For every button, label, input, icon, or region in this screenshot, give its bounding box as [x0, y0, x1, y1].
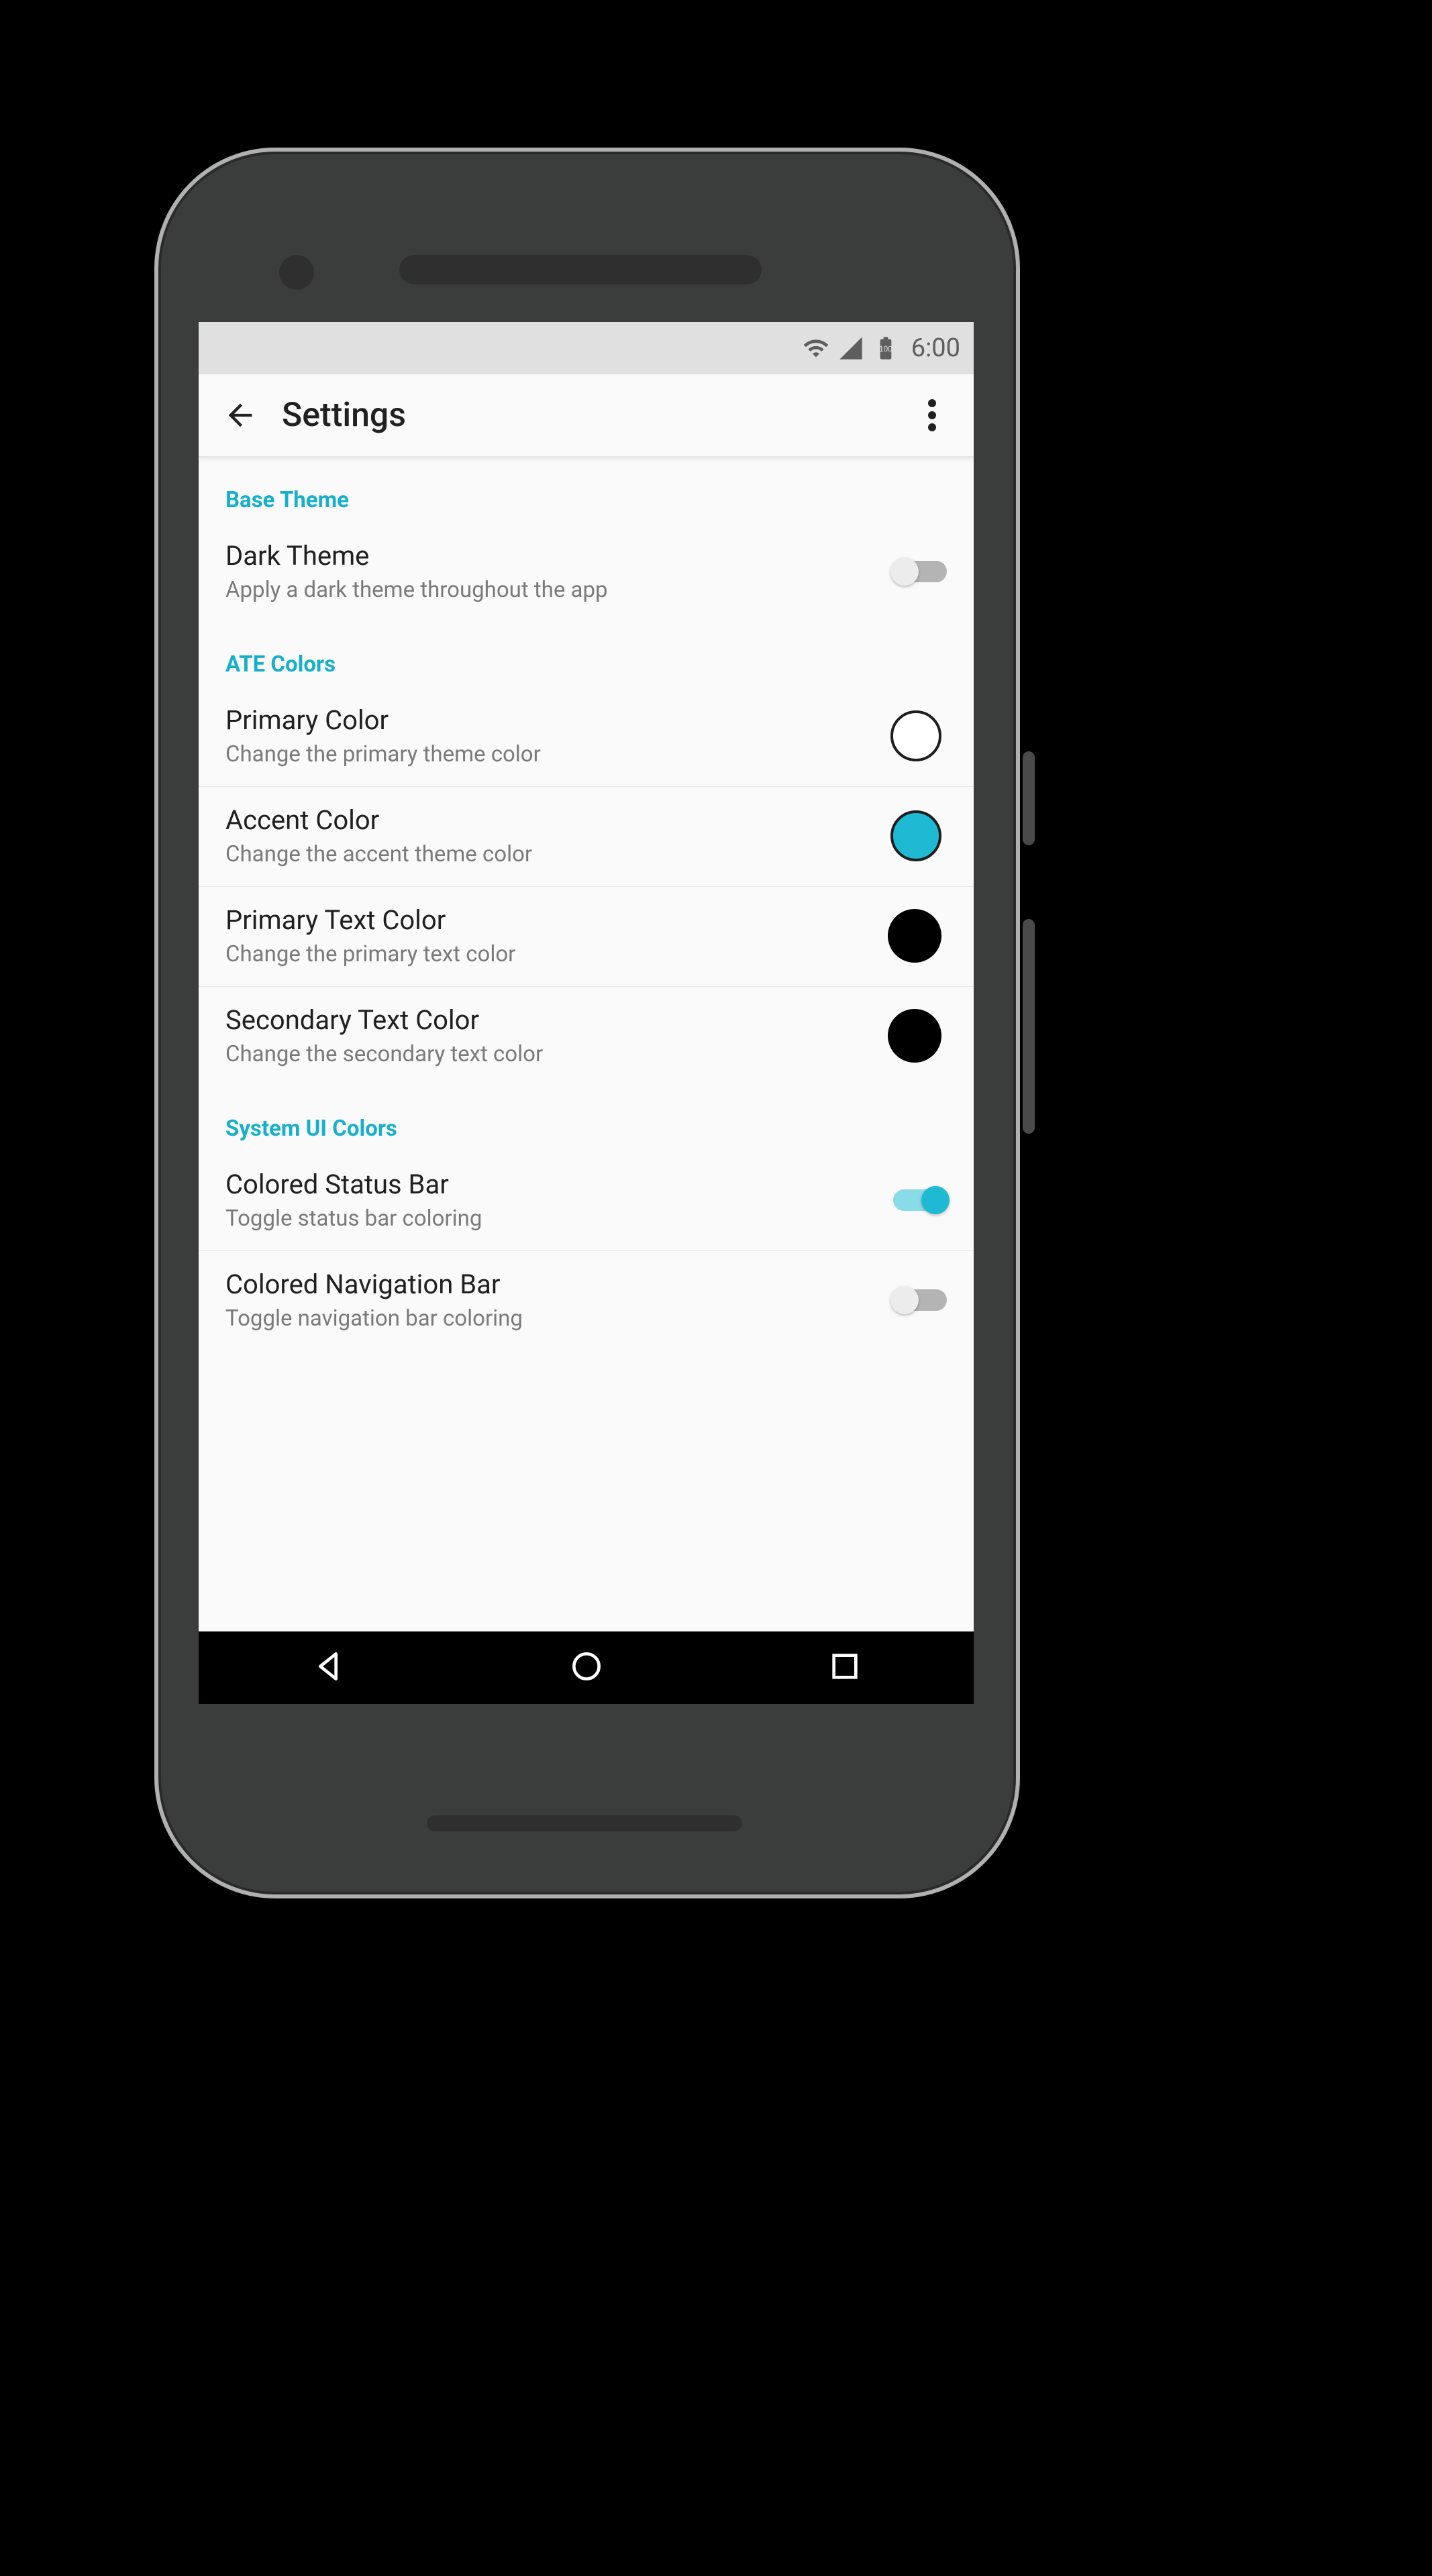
setting-subtitle: Toggle status bar coloring [225, 1205, 893, 1232]
setting-subtitle: Apply a dark theme throughout the app [225, 577, 893, 603]
color-swatch-secondary-text[interactable] [888, 1009, 941, 1063]
settings-list[interactable]: Base Theme Dark Theme Apply a dark theme… [199, 458, 974, 1631]
setting-dark-theme[interactable]: Dark Theme Apply a dark theme throughout… [199, 523, 974, 622]
app-bar: Settings [199, 374, 974, 458]
section-header-ate-colors: ATE Colors [199, 622, 974, 687]
phone-camera [279, 255, 314, 290]
phone-earpiece [399, 255, 762, 284]
setting-title: Secondary Text Color [225, 1004, 888, 1036]
setting-primary-color[interactable]: Primary Color Change the primary theme c… [199, 687, 974, 787]
color-swatch-accent[interactable] [890, 810, 941, 861]
system-nav-bar [199, 1631, 974, 1704]
setting-subtitle: Toggle navigation bar coloring [225, 1305, 893, 1332]
more-vert-icon [928, 399, 936, 431]
back-button[interactable] [216, 391, 264, 439]
section-header-system-ui-colors: System UI Colors [199, 1086, 974, 1151]
triangle-back-icon [309, 1648, 347, 1685]
arrow-back-icon [223, 398, 258, 433]
status-clock: 6:00 [911, 333, 960, 363]
setting-colored-status-bar[interactable]: Colored Status Bar Toggle status bar col… [199, 1151, 974, 1251]
setting-subtitle: Change the primary text color [225, 941, 888, 967]
phone-side-button-power [1023, 751, 1035, 845]
setting-accent-color[interactable]: Accent Color Change the accent theme col… [199, 787, 974, 887]
section-header-base-theme: Base Theme [199, 458, 974, 523]
setting-title: Primary Color [225, 704, 890, 736]
setting-colored-nav-bar[interactable]: Colored Navigation Bar Toggle navigation… [199, 1251, 974, 1350]
battery-icon: 100 [872, 335, 899, 362]
color-swatch-primary-text[interactable] [888, 909, 941, 963]
nav-home-button[interactable] [568, 1648, 605, 1688]
section-header-partial: Light UI Mode [199, 1350, 974, 1380]
nav-back-button[interactable] [309, 1648, 347, 1688]
circle-home-icon [568, 1648, 605, 1685]
overflow-menu-button[interactable] [908, 391, 956, 439]
wifi-icon [803, 335, 829, 362]
phone-side-button-volume [1023, 919, 1035, 1134]
setting-title: Dark Theme [225, 540, 893, 572]
toggle-colored-nav-bar[interactable] [893, 1289, 947, 1311]
setting-subtitle: Change the secondary text color [225, 1041, 888, 1067]
setting-primary-text-color[interactable]: Primary Text Color Change the primary te… [199, 887, 974, 987]
setting-title: Primary Text Color [225, 904, 888, 936]
cellular-signal-icon [837, 335, 864, 362]
phone-bottom-speaker [427, 1815, 742, 1831]
setting-title: Colored Status Bar [225, 1169, 893, 1200]
status-bar: 100 6:00 [199, 322, 974, 374]
setting-subtitle: Change the accent theme color [225, 841, 890, 867]
setting-secondary-text-color[interactable]: Secondary Text Color Change the secondar… [199, 987, 974, 1086]
screen: 100 6:00 Settings Base Theme Dark Theme … [199, 322, 974, 1704]
square-recents-icon [826, 1648, 864, 1685]
toggle-dark-theme[interactable] [893, 561, 947, 582]
setting-title: Colored Navigation Bar [225, 1269, 893, 1300]
svg-text:100: 100 [879, 345, 892, 354]
setting-subtitle: Change the primary theme color [225, 741, 890, 767]
setting-title: Accent Color [225, 804, 890, 836]
nav-recents-button[interactable] [826, 1648, 864, 1688]
color-swatch-primary[interactable] [890, 710, 941, 761]
page-title: Settings [282, 396, 908, 435]
toggle-colored-status-bar[interactable] [893, 1189, 947, 1211]
